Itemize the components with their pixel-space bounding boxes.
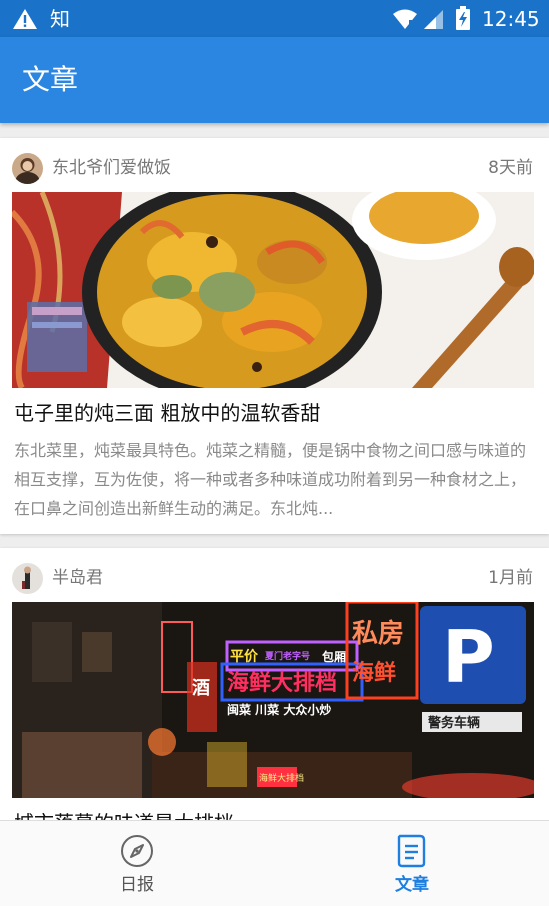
status-time: 12:45 xyxy=(482,7,540,31)
article-cover-image[interactable] xyxy=(12,192,534,388)
article-card[interactable]: 半岛君 1月前 酒 平价 夏门老字号 包厢 海鲜大排档 闽菜 川菜 大众小炒 私… xyxy=(0,548,549,820)
nav-articles[interactable]: 文章 xyxy=(275,821,549,906)
article-card[interactable]: 东北爷们爱做饭 8天前 屯子里的炖三面 粗放中的温软香甜 东北菜里，炖菜最具特色… xyxy=(0,138,549,534)
signal-icon xyxy=(424,10,443,29)
bottom-navigation: 日报 文章 xyxy=(0,820,549,906)
sign-seafood: 海鲜 xyxy=(352,660,396,686)
status-bar: 知 12:45 xyxy=(0,0,549,37)
author-name[interactable]: 半岛君 xyxy=(52,566,103,590)
battery-icon xyxy=(456,6,470,30)
sign-stall-small: 海鲜大排档 xyxy=(259,772,304,784)
publish-time: 8天前 xyxy=(488,158,533,178)
nav-daily[interactable]: 日报 xyxy=(0,821,274,906)
warning-icon xyxy=(13,9,37,29)
article-feed[interactable]: 东北爷们爱做饭 8天前 屯子里的炖三面 粗放中的温软香甜 东北菜里，炖菜最具特色… xyxy=(0,123,549,820)
article-title[interactable]: 城市落幕的味道是大排档 xyxy=(14,808,234,820)
publish-time: 1月前 xyxy=(488,568,533,588)
sign-bao-fang: 包厢 xyxy=(321,649,346,664)
sign-liquor: 酒 xyxy=(192,677,210,699)
article-summary: 东北菜里，炖菜最具特色。炖菜之精髓，便是锅中食物之间口感与味道的相互支撑，互为佐… xyxy=(14,441,527,518)
page-title: 文章 xyxy=(22,63,79,96)
parking-sign: P xyxy=(442,615,495,699)
author-avatar[interactable] xyxy=(12,153,43,184)
article-icon xyxy=(397,834,426,868)
nav-articles-label: 文章 xyxy=(395,875,429,895)
sign-private-kitchen: 私房 xyxy=(352,619,404,649)
article-title[interactable]: 屯子里的炖三面 粗放中的温软香甜 xyxy=(14,398,320,428)
app-bar: 文章 xyxy=(0,37,549,123)
wifi-icon xyxy=(393,9,417,29)
author-avatar[interactable] xyxy=(12,563,43,594)
sign-old-brand: 夏门老字号 xyxy=(264,650,310,662)
notification-app-char: 知 xyxy=(50,7,70,31)
author-name[interactable]: 东北爷们爱做饭 xyxy=(52,156,171,180)
article-cover-image[interactable]: 酒 平价 夏门老字号 包厢 海鲜大排档 闽菜 川菜 大众小炒 私房 海鲜 P 警… xyxy=(12,602,534,798)
nav-daily-label: 日报 xyxy=(120,875,154,895)
sign-seafood-stall: 海鲜大排档 xyxy=(227,670,337,696)
sign-menu-line: 闽菜 川菜 大众小炒 xyxy=(227,702,331,717)
compass-icon xyxy=(121,835,153,867)
sign-police: 警务车辆 xyxy=(428,715,480,731)
